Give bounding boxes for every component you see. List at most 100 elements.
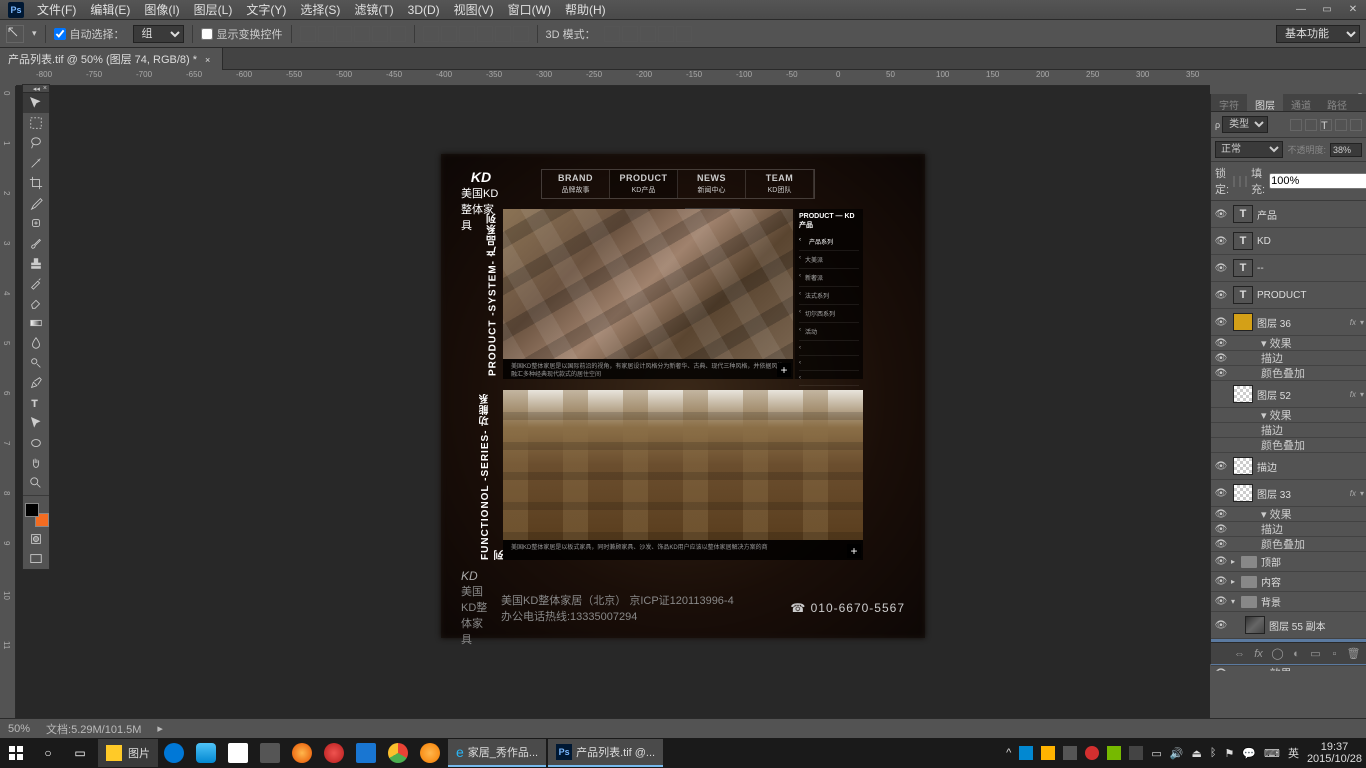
visibility-icon[interactable]: 👁 (1213, 594, 1229, 610)
hand-tool[interactable] (23, 453, 49, 473)
link-layers-icon[interactable]: ⇔ (1233, 647, 1246, 660)
visibility-icon[interactable] (1213, 422, 1229, 438)
tray-icon[interactable]: ⚑ (1224, 747, 1234, 760)
zoom-level[interactable]: 50% (8, 723, 30, 735)
visibility-icon[interactable]: 👁 (1213, 233, 1229, 249)
tray-bluetooth-icon[interactable]: ᛒ (1210, 747, 1217, 759)
layer-effect[interactable]: 👁颜色叠加 (1211, 366, 1366, 381)
layer-mask-icon[interactable]: ◯ (1271, 647, 1284, 660)
distribute-icon[interactable] (423, 26, 439, 42)
path-select-tool[interactable] (23, 413, 49, 433)
doc-info[interactable]: 文档:5.29M/101.5M (46, 721, 141, 737)
distribute-icon[interactable] (441, 26, 457, 42)
layer-effect[interactable]: 👁▾ 效果 (1211, 666, 1366, 671)
collapse-icon[interactable]: ◂◂ (33, 85, 40, 92)
layer-effect[interactable]: 👁▾ 效果 (1211, 507, 1366, 522)
visibility-icon[interactable]: 👁 (1213, 260, 1229, 276)
tab-paths[interactable]: 路径 (1319, 94, 1355, 111)
distribute-icon[interactable] (513, 26, 529, 42)
layer-row[interactable]: 图层 52fx▾ (1211, 381, 1366, 408)
fx-badge[interactable]: fx (1350, 489, 1356, 498)
layer-effect[interactable]: 👁描边 (1211, 351, 1366, 366)
layer-effect[interactable]: 👁颜色叠加 (1211, 537, 1366, 552)
lock-pixel-icon[interactable] (1233, 176, 1235, 187)
filter-shape-icon[interactable] (1335, 119, 1347, 131)
foreground-color[interactable] (25, 503, 39, 517)
opacity-input[interactable] (1330, 143, 1362, 157)
color-swatches[interactable] (25, 503, 49, 527)
menu-window[interactable]: 窗口(W) (501, 1, 558, 18)
workspace-dropdown[interactable]: 基本功能 (1276, 25, 1360, 43)
visibility-icon[interactable]: 👁 (1213, 521, 1229, 537)
menu-help[interactable]: 帮助(H) (558, 1, 613, 18)
layer-name[interactable]: KD (1257, 236, 1366, 247)
taskbar-app2[interactable] (350, 739, 382, 767)
visibility-icon[interactable] (1213, 386, 1229, 402)
taskview-button[interactable]: ▭ (64, 739, 96, 767)
visibility-icon[interactable]: 👁 (1213, 365, 1229, 381)
layer-effect[interactable]: 👁描边 (1211, 522, 1366, 537)
visibility-icon[interactable]: 👁 (1213, 506, 1229, 522)
minimize-button[interactable]: — (1288, 0, 1314, 18)
document-canvas[interactable]: KD美国KD整体家具 BRAND品牌故事 PRODUCTKD产品 NEWS新闻中… (441, 154, 925, 638)
menu-file[interactable]: 文件(F) (30, 1, 83, 18)
tray-icon[interactable] (1129, 746, 1143, 760)
visibility-icon[interactable]: 👁 (1213, 458, 1229, 474)
layer-row[interactable]: 👁TKD (1211, 228, 1366, 255)
layer-effect[interactable]: 👁▾ 效果 (1211, 336, 1366, 351)
taskbar-chrome[interactable] (382, 739, 414, 767)
close-tab-icon[interactable]: × (205, 55, 210, 65)
document-tab[interactable]: 产品列表.tif @ 50% (图层 74, RGB/8) *× (0, 48, 223, 70)
visibility-icon[interactable]: 👁 (1213, 287, 1229, 303)
layer-effect[interactable]: 颜色叠加 (1211, 438, 1366, 453)
filter-type-dropdown[interactable]: 类型 (1222, 116, 1268, 133)
tray-icon[interactable] (1085, 746, 1099, 760)
tray-volume-icon[interactable]: 🔊 (1170, 747, 1184, 760)
align-icon[interactable] (390, 26, 406, 42)
taskbar-photoshop[interactable]: Ps产品列表.tif @... (548, 739, 663, 767)
layers-list[interactable]: 👁T产品👁TKD👁T--👁TPRODUCT👁图层 36fx▾👁▾ 效果👁描边👁颜… (1211, 201, 1366, 671)
layer-name[interactable]: 图层 52 (1257, 387, 1350, 402)
menu-filter[interactable]: 滤镜(T) (347, 1, 400, 18)
blend-mode-dropdown[interactable]: 正常 (1215, 141, 1283, 158)
distribute-icon[interactable] (477, 26, 493, 42)
layer-effect[interactable]: 描边 (1211, 423, 1366, 438)
visibility-icon[interactable]: 👁 (1213, 554, 1229, 570)
visibility-icon[interactable]: 👁 (1213, 206, 1229, 222)
filter-pixel-icon[interactable] (1290, 119, 1302, 131)
show-transform-check[interactable]: 显示变换控件 (201, 26, 283, 42)
tray-ime[interactable]: 英 (1288, 745, 1299, 761)
tray-network-icon[interactable]: ▭ (1151, 747, 1161, 760)
align-icon[interactable] (300, 26, 316, 42)
layer-name[interactable]: 产品 (1257, 207, 1366, 222)
tab-channels[interactable]: 通道 (1283, 94, 1319, 111)
visibility-icon[interactable] (1213, 437, 1229, 453)
menu-type[interactable]: 文字(Y) (239, 1, 293, 18)
history-brush-tool[interactable] (23, 273, 49, 293)
ruler-horizontal[interactable]: -800-750-700-650-600-550-500-450-400-350… (16, 70, 1210, 86)
tray-icon[interactable]: ^ (1006, 747, 1011, 759)
crop-tool[interactable] (23, 173, 49, 193)
menu-3d[interactable]: 3D(D) (401, 3, 447, 17)
move-tool[interactable] (23, 93, 49, 113)
tab-character[interactable]: 字符 (1211, 94, 1247, 111)
layer-row[interactable]: 👁▾背景 (1211, 592, 1366, 612)
menu-image[interactable]: 图像(I) (137, 1, 186, 18)
adjustment-layer-icon[interactable]: ◐ (1290, 647, 1303, 660)
fx-badge[interactable]: fx (1350, 390, 1356, 399)
lasso-tool[interactable] (23, 133, 49, 153)
layer-name[interactable]: 图层 36 (1257, 315, 1350, 330)
layer-name[interactable]: 顶部 (1261, 554, 1366, 569)
taskbar-app[interactable] (254, 739, 286, 767)
tray-keyboard-icon[interactable]: ⌨ (1264, 747, 1280, 760)
filter-type-icon[interactable]: T (1320, 119, 1332, 131)
eraser-tool[interactable] (23, 293, 49, 313)
layer-row[interactable]: 👁图层 33fx▾ (1211, 480, 1366, 507)
magic-wand-tool[interactable] (23, 153, 49, 173)
menu-select[interactable]: 选择(S) (293, 1, 347, 18)
taskbar-qq[interactable] (190, 739, 222, 767)
ruler-vertical[interactable]: 01234567891011 (0, 86, 16, 718)
tray-safe-remove-icon[interactable]: ⏏ (1191, 747, 1201, 760)
quickmask-tool[interactable] (23, 529, 49, 549)
fill-input[interactable] (1269, 173, 1366, 189)
